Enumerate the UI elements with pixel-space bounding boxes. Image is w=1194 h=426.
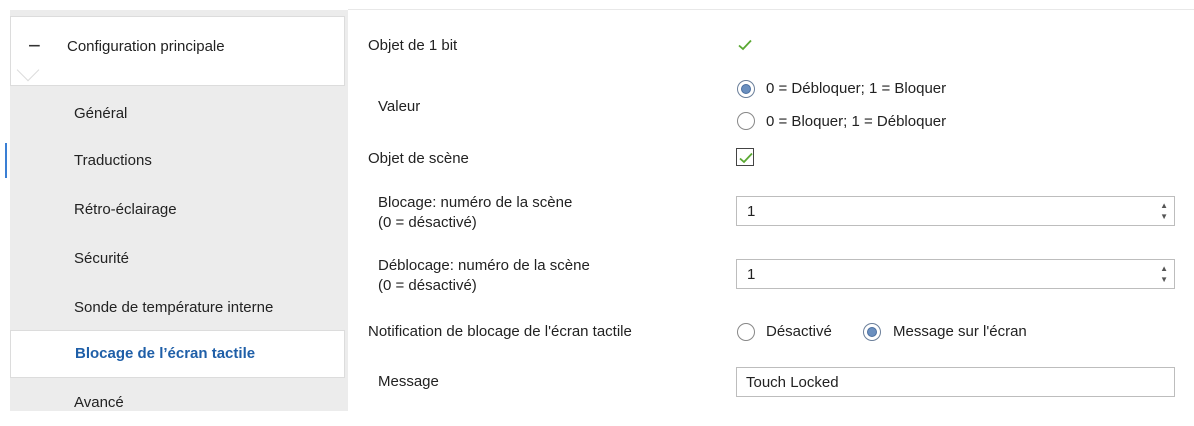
sidebar-item-retro-eclairage[interactable]: Rétro-éclairage xyxy=(10,189,345,233)
blocage-scene-value: 1 xyxy=(747,203,756,220)
sidebar-item-label: Avancé xyxy=(74,394,124,411)
notification-radio-message[interactable] xyxy=(863,323,881,341)
message-text-field[interactable] xyxy=(736,367,1175,397)
deblocage-label-line2: (0 = désactivé) xyxy=(378,277,477,294)
sidebar-header-configuration[interactable]: − Configuration principale xyxy=(10,16,345,86)
notification-option-message-label[interactable]: Message sur l'écran xyxy=(893,322,1027,342)
sidebar-item-label: Traductions xyxy=(74,152,152,169)
deblocage-scene-spinbox[interactable]: 1 ▲ ▼ xyxy=(736,259,1175,289)
sidebar-item-sonde-temperature[interactable]: Sonde de température interne xyxy=(10,287,345,331)
blocage-label-line2: (0 = désactivé) xyxy=(378,214,477,231)
check-icon xyxy=(739,152,753,164)
notification-radio-desactive[interactable] xyxy=(737,323,755,341)
notification-label: Notification de blocage de l'écran tacti… xyxy=(368,323,632,340)
sidebar-item-label: Général xyxy=(74,105,128,122)
sidebar-item-avance[interactable]: Avancé xyxy=(10,382,345,426)
objscene-checkbox[interactable] xyxy=(736,148,754,166)
collapse-icon[interactable]: − xyxy=(28,33,41,59)
sidebar-item-label: Rétro-éclairage xyxy=(74,201,177,218)
notification-option-desactive-label[interactable]: Désactivé xyxy=(766,322,832,342)
deblocage-scene-value: 1 xyxy=(747,266,756,283)
valeur-option-2-label[interactable]: 0 = Bloquer; 1 = Débloquer xyxy=(766,112,946,132)
blocage-label-line1: Blocage: numéro de la scène xyxy=(378,194,573,211)
sidebar-item-traductions[interactable]: Traductions xyxy=(10,140,345,184)
valeur-radio-option-2[interactable] xyxy=(737,112,755,130)
obj1bit-label: Objet de 1 bit xyxy=(368,37,458,54)
obj1bit-checkbox[interactable] xyxy=(736,36,754,54)
sidebar-header-title: Configuration principale xyxy=(67,38,225,55)
sidebar-item-label: Sonde de température interne xyxy=(74,299,274,316)
message-input[interactable] xyxy=(737,368,1174,396)
left-accent-mark xyxy=(5,143,7,178)
spin-arrows-icon[interactable]: ▲ ▼ xyxy=(1160,263,1168,285)
message-label: Message xyxy=(378,373,439,390)
spin-arrows-icon[interactable]: ▲ ▼ xyxy=(1160,200,1168,222)
sidebar-item-label: Blocage de l’écran tactile xyxy=(75,345,256,362)
sidebar-item-blocage-ecran[interactable]: Blocage de l’écran tactile xyxy=(10,330,345,378)
sidebar-item-securite[interactable]: Sécurité xyxy=(10,238,345,282)
sidebar-item-general[interactable]: Général xyxy=(10,93,345,137)
panel-top-border xyxy=(348,0,1194,10)
valeur-option-1-label[interactable]: 0 = Débloquer; 1 = Bloquer xyxy=(766,79,946,99)
blocage-scene-spinbox[interactable]: 1 ▲ ▼ xyxy=(736,196,1175,226)
deblocage-label-line1: Déblocage: numéro de la scène xyxy=(378,257,590,274)
check-icon xyxy=(738,39,752,51)
valeur-radio-option-1[interactable] xyxy=(737,80,755,98)
objscene-label: Objet de scène xyxy=(368,150,469,167)
sidebar-item-label: Sécurité xyxy=(74,250,130,267)
valeur-label: Valeur xyxy=(378,98,421,115)
